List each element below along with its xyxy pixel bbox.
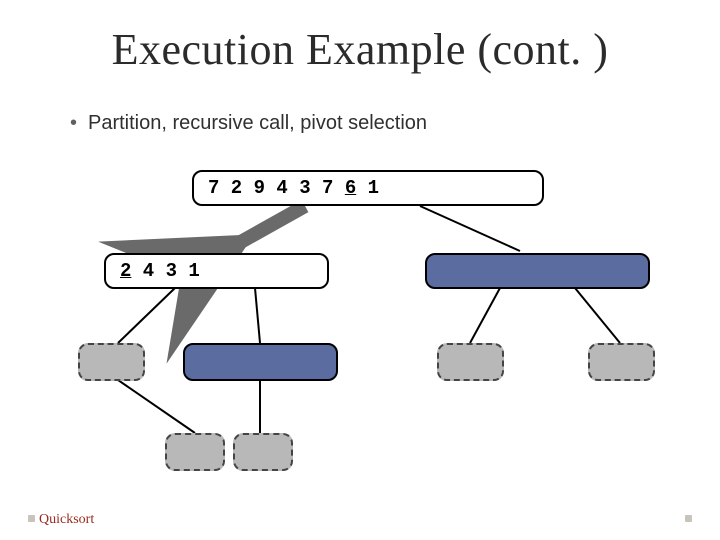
node-values-pre: 7 2 9 4 3 7: [208, 177, 345, 199]
node-pivot: 2: [120, 260, 131, 282]
tree-node-leaf: [233, 433, 293, 471]
tree-node-leaf: [165, 433, 225, 471]
tree-node-root: 7 2 9 4 3 7 6 1: [192, 170, 544, 206]
tree-node-right: [425, 253, 650, 289]
footer-page-marker: [681, 512, 692, 528]
node-values-post: 1: [356, 177, 379, 199]
node-pivot: 6: [345, 177, 356, 199]
footer-text: Quicksort: [39, 512, 94, 527]
tree-edges: [0, 158, 720, 498]
bullet-dot-icon: •: [70, 112, 88, 135]
tree-node-left: 2 4 3 1: [104, 253, 329, 289]
footer-label: Quicksort: [28, 512, 94, 528]
quicksort-tree-diagram: 7 2 9 4 3 7 6 1 2 4 3 1: [0, 158, 720, 498]
bullet-text: Partition, recursive call, pivot selecti…: [88, 112, 427, 134]
tree-node-leaf: [588, 343, 655, 381]
bullet-item: •Partition, recursive call, pivot select…: [70, 112, 427, 135]
footer-dot-icon: [28, 515, 35, 522]
tree-node-leaf: [78, 343, 145, 381]
slide-title: Execution Example (cont. ): [0, 24, 720, 75]
node-values-post: 4 3 1: [131, 260, 199, 282]
tree-node-leaf: [183, 343, 338, 381]
footer-dot-icon: [685, 515, 692, 522]
tree-node-leaf: [437, 343, 504, 381]
